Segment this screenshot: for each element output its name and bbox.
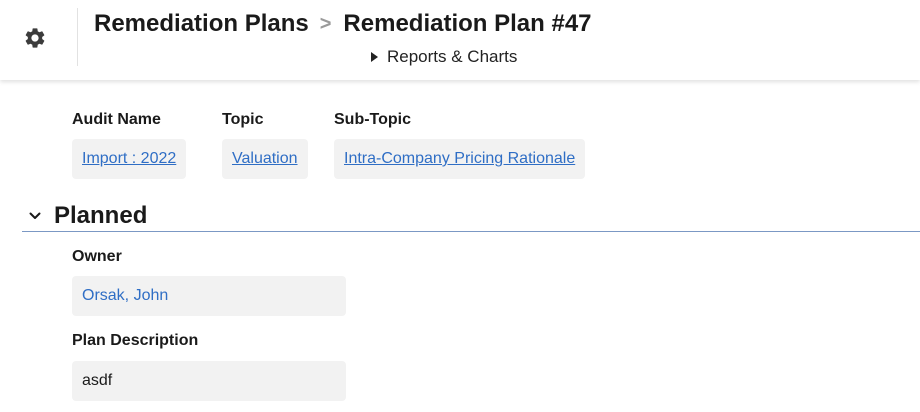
subtopic-label: Sub-Topic [334, 111, 412, 128]
planned-section-title: Planned [54, 202, 148, 229]
breadcrumb-separator: > [319, 12, 332, 35]
audit-name-field: Import : 2022 [72, 139, 187, 179]
audit-name-label: Audit Name [72, 111, 161, 128]
subtopic-field: Intra-Company Pricing Rationale [334, 139, 586, 179]
gear-icon [25, 28, 45, 48]
owner-field[interactable]: Orsak, John [72, 276, 346, 316]
topic-field: Valuation [222, 139, 308, 179]
breadcrumb-remediation-plans-link[interactable]: Remediation Plans [94, 10, 309, 38]
audit-name-link[interactable]: Import : 2022 [82, 150, 176, 168]
topic-link[interactable]: Valuation [232, 150, 298, 168]
planned-section-toggle[interactable]: Planned [28, 202, 147, 230]
caret-right-icon [371, 52, 378, 62]
plan-description-field: asdf [72, 361, 346, 401]
header-divider [77, 8, 78, 66]
breadcrumb: Remediation Plans > Remediation Plan #47 [94, 10, 592, 38]
owner-label: Owner [72, 248, 122, 265]
page-title: Remediation Plan #47 [343, 10, 592, 37]
chevron-down-icon [29, 212, 41, 219]
settings-button[interactable] [22, 25, 48, 51]
topic-label: Topic [222, 111, 264, 128]
plan-description-label: Plan Description [72, 332, 199, 349]
reports-charts-label: Reports & Charts [387, 47, 518, 66]
section-divider [22, 231, 920, 232]
reports-charts-toggle[interactable]: Reports & Charts [371, 47, 517, 67]
page-header: Remediation Plans > Remediation Plan #47… [0, 0, 920, 80]
subtopic-link[interactable]: Intra-Company Pricing Rationale [344, 150, 575, 168]
